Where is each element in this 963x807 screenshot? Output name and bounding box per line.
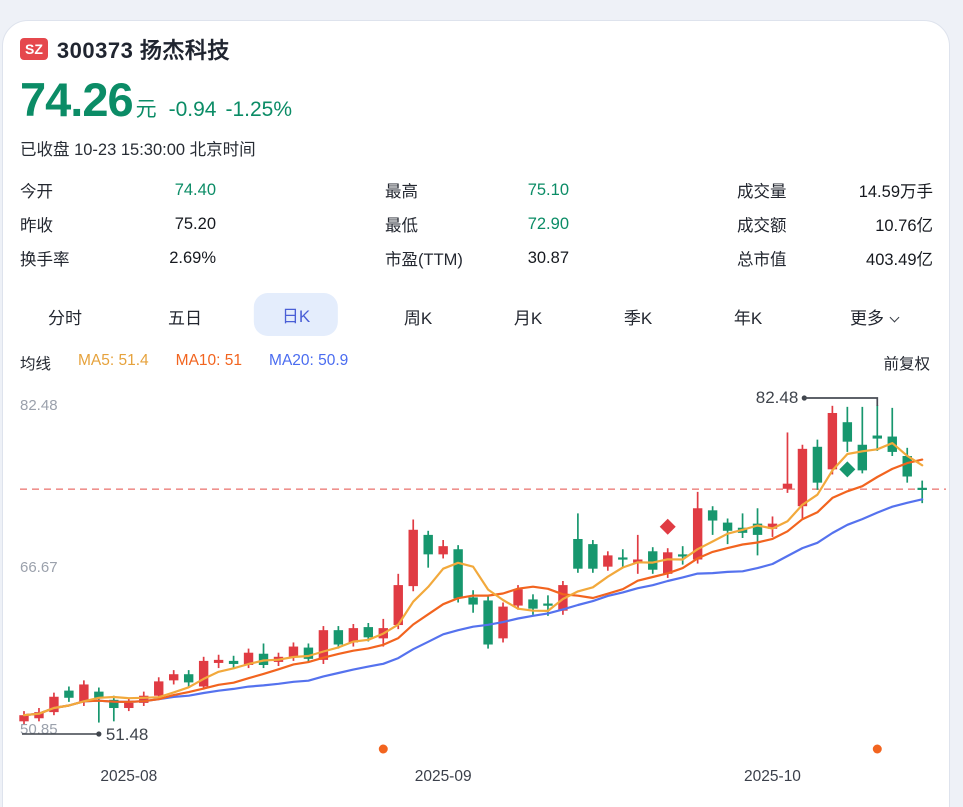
candle-body (828, 413, 837, 469)
candle-body (154, 681, 163, 695)
candle-body (79, 684, 88, 701)
event-dot (873, 745, 882, 754)
candle-body (843, 422, 852, 441)
candle-body (528, 599, 537, 608)
y-axis-label: 66.67 (20, 559, 58, 576)
candle-body (588, 544, 597, 569)
event-dot (379, 745, 388, 754)
candle-body (229, 661, 238, 664)
candle-body (124, 703, 133, 708)
low-annotation-dot (96, 731, 101, 736)
candle-body (873, 436, 882, 439)
candle-body (468, 597, 477, 604)
y-axis-label: 50.85 (20, 721, 58, 738)
candle-body (723, 523, 732, 531)
marker-diamond (839, 461, 855, 477)
candle-body (663, 552, 672, 574)
candle-body (214, 660, 223, 663)
candle-body (289, 647, 298, 657)
candle-body (334, 630, 343, 644)
candle-body (483, 600, 492, 644)
stock-detail-page: SZ 300373 扬杰科技 74.26 元 -0.94 -1.25% 已收盘 … (0, 0, 963, 807)
candle-body (453, 549, 462, 598)
candle-body (603, 555, 612, 566)
candle-body (169, 674, 178, 680)
low-annotation-label: 51.48 (106, 725, 149, 744)
candle-body (573, 539, 582, 569)
candle-body (513, 589, 522, 605)
candle-body (364, 627, 373, 637)
candle-body (438, 546, 447, 554)
candle-body (618, 557, 627, 559)
marker-diamond (660, 519, 676, 535)
candle-body (783, 484, 792, 489)
candle-body (708, 510, 717, 520)
x-axis-label: 2025-08 (100, 768, 157, 785)
candle-body (423, 535, 432, 554)
candlestick-chart[interactable]: 82.48 66.67 50.85 2025-08 2025-09 2025-10 51.4… (0, 0, 963, 807)
high-annotation-label: 82.48 (756, 388, 799, 407)
candle-body (184, 674, 193, 682)
candle-body (409, 530, 418, 586)
high-annotation-connector (804, 398, 877, 406)
candle-body (798, 449, 807, 506)
candle-body (319, 630, 328, 660)
x-axis-label: 2025-10 (744, 768, 801, 785)
candle-body (858, 445, 867, 471)
candle-body (543, 604, 552, 606)
candle-body (199, 661, 208, 687)
candle-body (648, 551, 657, 569)
x-axis-label: 2025-09 (415, 768, 472, 785)
ma10-line (24, 460, 922, 716)
candle-body (64, 691, 73, 698)
candle-body (918, 488, 927, 490)
y-axis-label: 82.48 (20, 397, 58, 414)
candle-body (813, 447, 822, 483)
